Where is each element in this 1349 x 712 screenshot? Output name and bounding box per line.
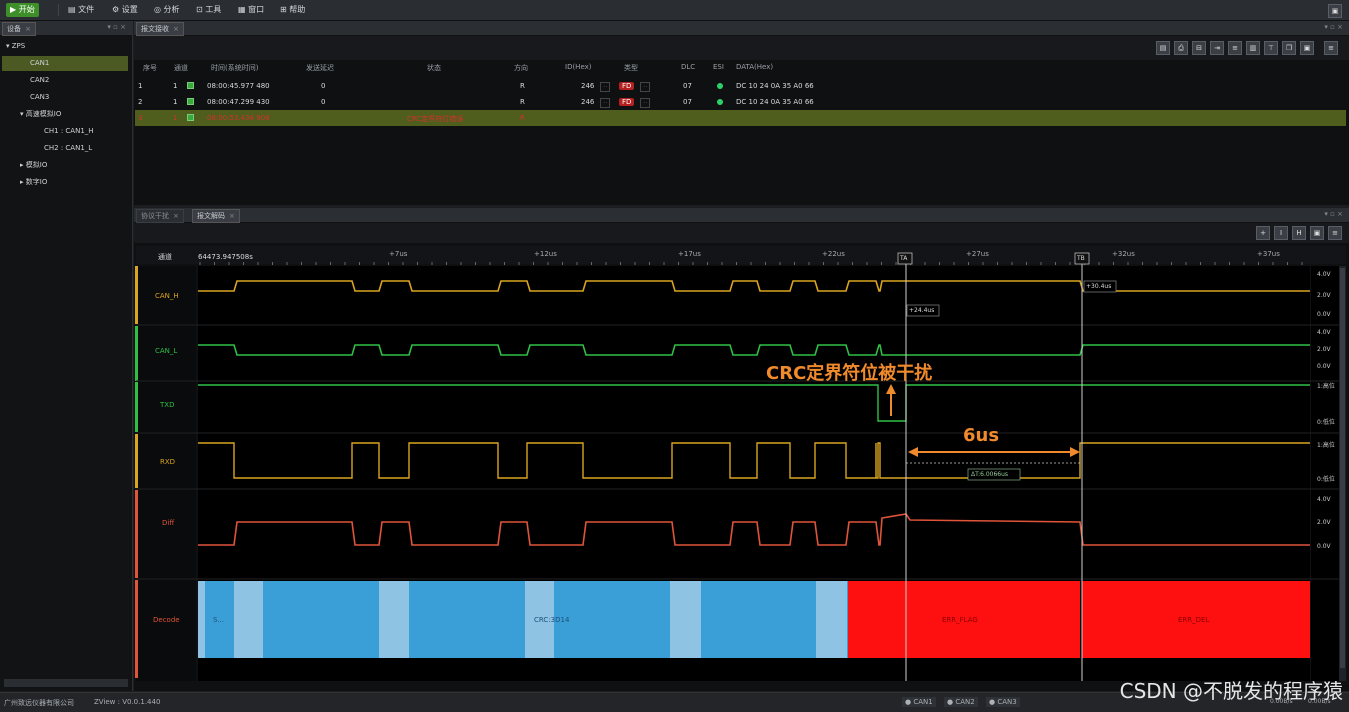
dot-icon: ●: [947, 698, 954, 706]
delta-t-label: ΔT:6.0066us: [971, 471, 1009, 478]
waveform-canvas: [135, 246, 1346, 681]
cursor-b-label: TB: [1077, 255, 1085, 262]
decode-strip: [135, 580, 138, 678]
decode-light-segment[interactable]: [198, 581, 205, 658]
channel-label-rxd[interactable]: RXD: [160, 458, 175, 466]
scale-label: 0:低位: [1317, 419, 1335, 426]
status-can1[interactable]: ● CAN1: [902, 697, 936, 707]
scale-label: 2.0V: [1317, 519, 1331, 526]
scale-label: 0.0V: [1317, 363, 1331, 370]
can-h-strip: [135, 266, 138, 324]
channel-label-can-h[interactable]: CAN_H: [155, 292, 179, 300]
decode-light-segment[interactable]: [670, 581, 701, 658]
cursor-a-delta: +24.4us: [909, 307, 935, 314]
scale-label: 4.0V: [1317, 496, 1331, 503]
status-can2[interactable]: ● CAN2: [944, 697, 978, 707]
time-tick-label: +17us: [678, 250, 701, 258]
diff-strip: [135, 490, 138, 578]
decode-label-crc: CRC:3D14: [534, 616, 570, 624]
scale-label: 1:高位: [1317, 383, 1335, 390]
channel-label-can-l[interactable]: CAN_L: [155, 347, 177, 355]
watermark: CSDN @不脱发的程序猿: [1119, 679, 1343, 703]
status-can3[interactable]: ● CAN3: [986, 697, 1020, 707]
txd-strip: [135, 382, 138, 432]
company-name: 广州致远仪器有限公司: [4, 699, 74, 707]
decode-label-err-del: ERR_DEL: [1178, 616, 1210, 624]
decode-blue-segment[interactable]: [198, 581, 848, 658]
time-tick-label: +37us: [1257, 250, 1280, 258]
status-can3-label: CAN3: [997, 698, 1017, 706]
decode-label-err-flag: ERR_FLAG: [942, 616, 978, 624]
decode-bar: [198, 581, 1310, 658]
vertical-scrollbar-thumb[interactable]: [1340, 268, 1345, 668]
decode-light-segment[interactable]: [816, 581, 847, 658]
annotation-crc: CRC定界符位被干扰: [766, 363, 933, 384]
can-l-strip: [135, 326, 138, 381]
status-can1-label: CAN1: [913, 698, 933, 706]
channel-label-txd[interactable]: TXD: [160, 401, 174, 409]
scale-label: 0.0V: [1317, 543, 1331, 550]
version-text: ZView : V0.0.1.440: [94, 698, 161, 706]
scale-label: 2.0V: [1317, 292, 1331, 299]
start-time: 64473.947508s: [198, 253, 253, 261]
rxd-strip: [135, 434, 138, 488]
time-ruler-bg: [136, 246, 1346, 264]
time-tick-label: +22us: [822, 250, 845, 258]
scale-label: 0:低位: [1317, 476, 1335, 483]
scale-label: 0.0V: [1317, 311, 1331, 318]
decode-light-segment[interactable]: [379, 581, 409, 658]
cursor-a-label: TA: [900, 255, 908, 262]
annotation-6us: 6us: [963, 425, 1000, 446]
scale-label: 4.0V: [1317, 271, 1331, 278]
decode-light-segment[interactable]: [234, 581, 263, 658]
channel-label-decode[interactable]: Decode: [153, 616, 180, 624]
time-tick-label: +7us: [389, 250, 408, 258]
decode-label-sof: S...: [213, 616, 225, 624]
dot-icon: ●: [905, 698, 912, 706]
status-can2-label: CAN2: [955, 698, 975, 706]
time-tick-label: +12us: [534, 250, 557, 258]
time-tick-label: +27us: [966, 250, 989, 258]
dot-icon: ●: [989, 698, 996, 706]
scale-label: 4.0V: [1317, 329, 1331, 336]
scale-label: 2.0V: [1317, 346, 1331, 353]
cursor-b-delta: +30.4us: [1086, 283, 1112, 290]
channel-label-diff[interactable]: Diff: [162, 519, 174, 527]
channel-header: 通道: [158, 253, 172, 261]
time-tick-label: +32us: [1112, 250, 1135, 258]
scale-label: 1:高位: [1317, 442, 1335, 449]
